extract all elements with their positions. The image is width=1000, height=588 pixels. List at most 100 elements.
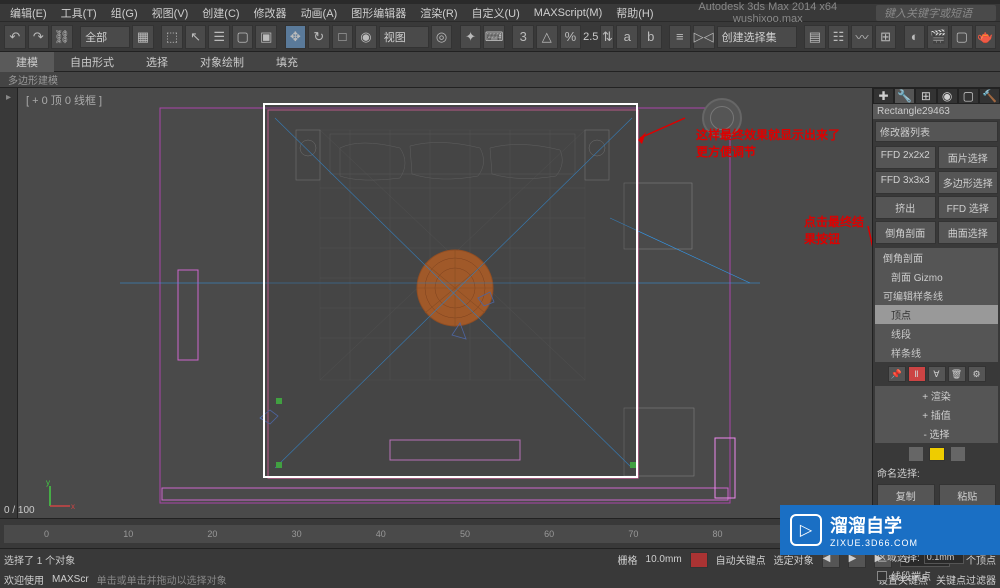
tab-freeform[interactable]: 自由形式 [54,52,130,72]
keyboard-shortcut[interactable]: ⌨ [483,25,505,49]
menu-edit[interactable]: 编辑(E) [4,5,53,21]
expand-arrow[interactable]: ▸ [6,92,11,103]
spinner-toggle[interactable]: ⇅ [600,25,614,49]
render-setup[interactable]: 🎬 [927,25,949,49]
layers-button[interactable]: ☷ [828,25,850,49]
copy-button[interactable]: 复制 [877,484,935,507]
ref-coord-system[interactable]: 视图 [379,26,429,48]
btn-chamfer[interactable]: 倒角剖面 [875,221,936,244]
menu-group[interactable]: 组(G) [105,5,144,21]
viewport-label[interactable]: [ + 0 顶 0 线框 ] [26,92,102,108]
snap-b[interactable]: b [640,25,662,49]
object-name[interactable]: Rectangle29463 [873,104,1000,119]
search-input[interactable]: 键入关键字或短语 [876,5,996,21]
menu-graph-editors[interactable]: 图形编辑器 [345,5,412,21]
time-position: 0 / 100 [4,505,35,516]
menu-modifiers[interactable]: 修改器 [248,5,293,21]
menu-maxscript[interactable]: MAXScript(M) [528,7,608,19]
create-tab[interactable]: ✚ [873,88,894,104]
tab-selection[interactable]: 选择 [130,52,184,72]
btn-poly-select[interactable]: 多边形选择 [938,171,999,194]
mirror-button[interactable]: ▷◁ [693,25,715,49]
angle-value: 2.5 [583,31,598,43]
snap-toggle[interactable]: 3 [512,25,534,49]
make-unique[interactable]: ∀ [928,366,946,382]
main-toolbar: ↶ ↷ ⛓ 全部 ▦ ⬚ ↖ ☰ ▢ ▣ ✥ ↻ □ ◉ 视图 ◎ ✦ ⌨ 3 … [0,22,1000,52]
mod-vertex[interactable]: 顶点 [875,305,998,324]
angle-snap[interactable]: △ [536,25,558,49]
render-frame[interactable]: ▢ [951,25,973,49]
select-button[interactable]: ▦ [132,25,154,49]
subobj-vertex[interactable] [909,447,923,461]
autokey-button[interactable] [690,552,708,568]
watermark: ▷ 溜溜自学 ZIXUE.3D66.COM [780,505,1000,555]
menu-create[interactable]: 创建(C) [196,5,245,21]
section-interpolate[interactable]: + 插值 [875,405,998,424]
scale-button[interactable]: □ [332,25,354,49]
show-end-result[interactable]: Ⅱ [908,366,926,382]
section-selection[interactable]: - 选择 [875,424,998,443]
material-editor[interactable]: ◐ [904,25,926,49]
select-cursor[interactable]: ↖ [185,25,207,49]
menu-view[interactable]: 视图(V) [146,5,195,21]
menu-animation[interactable]: 动画(A) [295,5,344,21]
tab-populate[interactable]: 填充 [260,52,314,72]
named-selection[interactable]: ≡ [669,25,691,49]
remove-modifier[interactable]: 🗑 [948,366,966,382]
utilities-tab[interactable]: 🔨 [979,88,1000,104]
viewport[interactable]: [ + 0 顶 0 线框 ] [18,88,872,518]
subobj-spline[interactable] [951,447,965,461]
create-selection-set[interactable]: 创建选择集 [717,26,797,48]
placement-button[interactable]: ◉ [355,25,377,49]
menu-tools[interactable]: 工具(T) [55,5,103,21]
btn-ffd2x2x2[interactable]: FFD 2x2x2 [875,146,936,169]
rectangular-region[interactable]: ▢ [232,25,254,49]
select-by-name[interactable]: ☰ [208,25,230,49]
welcome-text: 欢迎使用 [4,572,44,587]
select-object[interactable]: ⬚ [161,25,183,49]
undo-button[interactable]: ↶ [4,25,26,49]
curve-editor[interactable]: 〰 [851,25,873,49]
modifier-stack[interactable]: 倒角剖面 剖面 Gizmo 可编辑样条线 顶点 线段 样条线 [875,248,998,362]
motion-tab[interactable]: ◉ [937,88,958,104]
modify-tab[interactable]: 🔧 [894,88,915,104]
modifier-list-dropdown[interactable]: 修改器列表 [875,121,998,142]
mod-spline[interactable]: 样条线 [875,343,998,362]
tab-modeling[interactable]: 建模 [0,52,54,72]
mod-chamfer-profile[interactable]: 倒角剖面 [875,248,998,267]
align-button[interactable]: ▤ [804,25,826,49]
render-button[interactable]: 🫖 [975,25,997,49]
pin-stack[interactable]: 📌 [888,366,906,382]
selection-filter[interactable]: 全部 [80,26,130,48]
move-button[interactable]: ✥ [285,25,307,49]
menu-rendering[interactable]: 渲染(R) [414,5,463,21]
spline-endpoint-checkbox[interactable] [877,571,887,581]
manipulate-button[interactable]: ✦ [460,25,482,49]
pivot-center[interactable]: ◎ [431,25,453,49]
btn-face-select[interactable]: 面片选择 [938,146,999,169]
tab-object-paint[interactable]: 对象绘制 [184,52,260,72]
window-crossing[interactable]: ▣ [255,25,277,49]
hierarchy-tab[interactable]: ⊞ [915,88,936,104]
configure-sets[interactable]: ⚙ [968,366,986,382]
display-tab[interactable]: ▢ [958,88,979,104]
menu-customize[interactable]: 自定义(U) [466,5,526,21]
percent-snap[interactable]: % [560,25,582,49]
mod-segment[interactable]: 线段 [875,324,998,343]
btn-ffd-select[interactable]: FFD 选择 [938,196,999,219]
redo-button[interactable]: ↷ [28,25,50,49]
btn-surface-select[interactable]: 曲面选择 [938,221,999,244]
btn-ffd3x3x3[interactable]: FFD 3x3x3 [875,171,936,194]
selection-status: 选择了 1 个对象 [4,552,75,567]
schematic-view[interactable]: ⊞ [875,25,897,49]
menu-help[interactable]: 帮助(H) [610,5,659,21]
subobj-segment[interactable] [929,447,945,461]
link-button[interactable]: ⛓ [51,25,73,49]
paste-button[interactable]: 粘贴 [939,484,997,507]
mod-editable-spline[interactable]: 可编辑样条线 [875,286,998,305]
section-render[interactable]: + 渲染 [875,386,998,405]
btn-extrude[interactable]: 挤出 [875,196,936,219]
rotate-button[interactable]: ↻ [308,25,330,49]
mod-gizmo[interactable]: 剖面 Gizmo [875,267,998,286]
snap-a[interactable]: a [616,25,638,49]
